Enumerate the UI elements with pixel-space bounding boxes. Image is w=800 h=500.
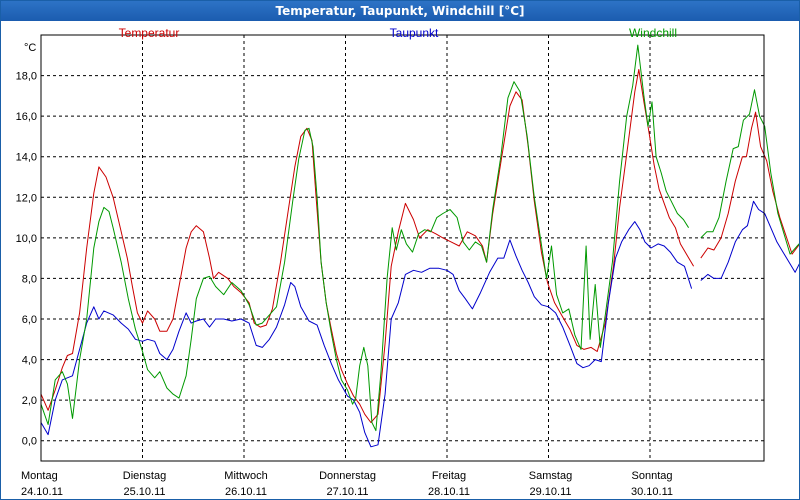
y-axis-unit: °C (24, 42, 36, 54)
y-tick-label: 2,0 (22, 395, 37, 407)
x-tick-date: 29.10.11 (529, 486, 571, 498)
y-tick-label: 10,0 (16, 233, 37, 245)
y-tick-label: 4,0 (22, 355, 37, 367)
y-tick-label: 16,0 (16, 111, 37, 123)
y-tick-label: 6,0 (22, 314, 37, 326)
x-tick-weekday: Samstag (529, 470, 572, 482)
temperature-chart: °C 0,0 2,0 4,0 6,0 8,0 10,0 12,0 14,0 16,0 18,0 M… (16, 26, 799, 498)
x-tick-date: 25.10.11 (123, 486, 165, 498)
y-tick-label: 12,0 (16, 192, 37, 204)
legend-entry-temperatur: Temperatur (119, 26, 180, 40)
x-tick-weekday: Donnerstag (319, 470, 376, 482)
y-tick-label: 18,0 (16, 71, 37, 83)
y-tick-label: 0,0 (22, 436, 37, 448)
window-title: Temperatur, Taupunkt, Windchill [°C] (1, 1, 799, 21)
y-tick-label: 8,0 (22, 273, 37, 285)
series-line-taupunkt (40, 221, 693, 448)
x-tick-weekday: Mittwoch (224, 470, 267, 482)
legend-entry-windchill: Windchill (629, 26, 677, 40)
x-tick-date: 28.10.11 (428, 486, 470, 498)
plot-frame (40, 34, 765, 462)
legend: Temperatur Taupunkt Windchill (119, 26, 677, 40)
legend-entry-taupunkt: Taupunkt (390, 26, 439, 40)
x-axis-labels: Montag 24.10.11 Dienstag 25.10.11 Mittwoch 26… (21, 470, 673, 498)
series-line-taupunkt (700, 200, 799, 281)
x-tick-weekday: Freitag (432, 470, 466, 482)
grid-lines (41, 35, 764, 461)
x-tick-date: 27.10.11 (326, 486, 368, 498)
y-tick-label: 14,0 (16, 152, 37, 164)
series-layer (40, 44, 799, 448)
x-tick-weekday: Montag (21, 470, 58, 482)
chart-window: Temperatur, Taupunkt, Windchill [°C] °C … (0, 0, 800, 500)
x-tick-date: 26.10.11 (225, 486, 267, 498)
x-tick-weekday: Dienstag (123, 470, 166, 482)
y-axis-labels: 0,0 2,0 4,0 6,0 8,0 10,0 12,0 14,0 16,0 18,0 (16, 71, 37, 448)
x-tick-date: 24.10.11 (21, 486, 63, 498)
series-line-temperatur (40, 69, 695, 423)
x-tick-weekday: Sonntag (632, 470, 673, 482)
x-tick-date: 30.10.11 (631, 486, 673, 498)
